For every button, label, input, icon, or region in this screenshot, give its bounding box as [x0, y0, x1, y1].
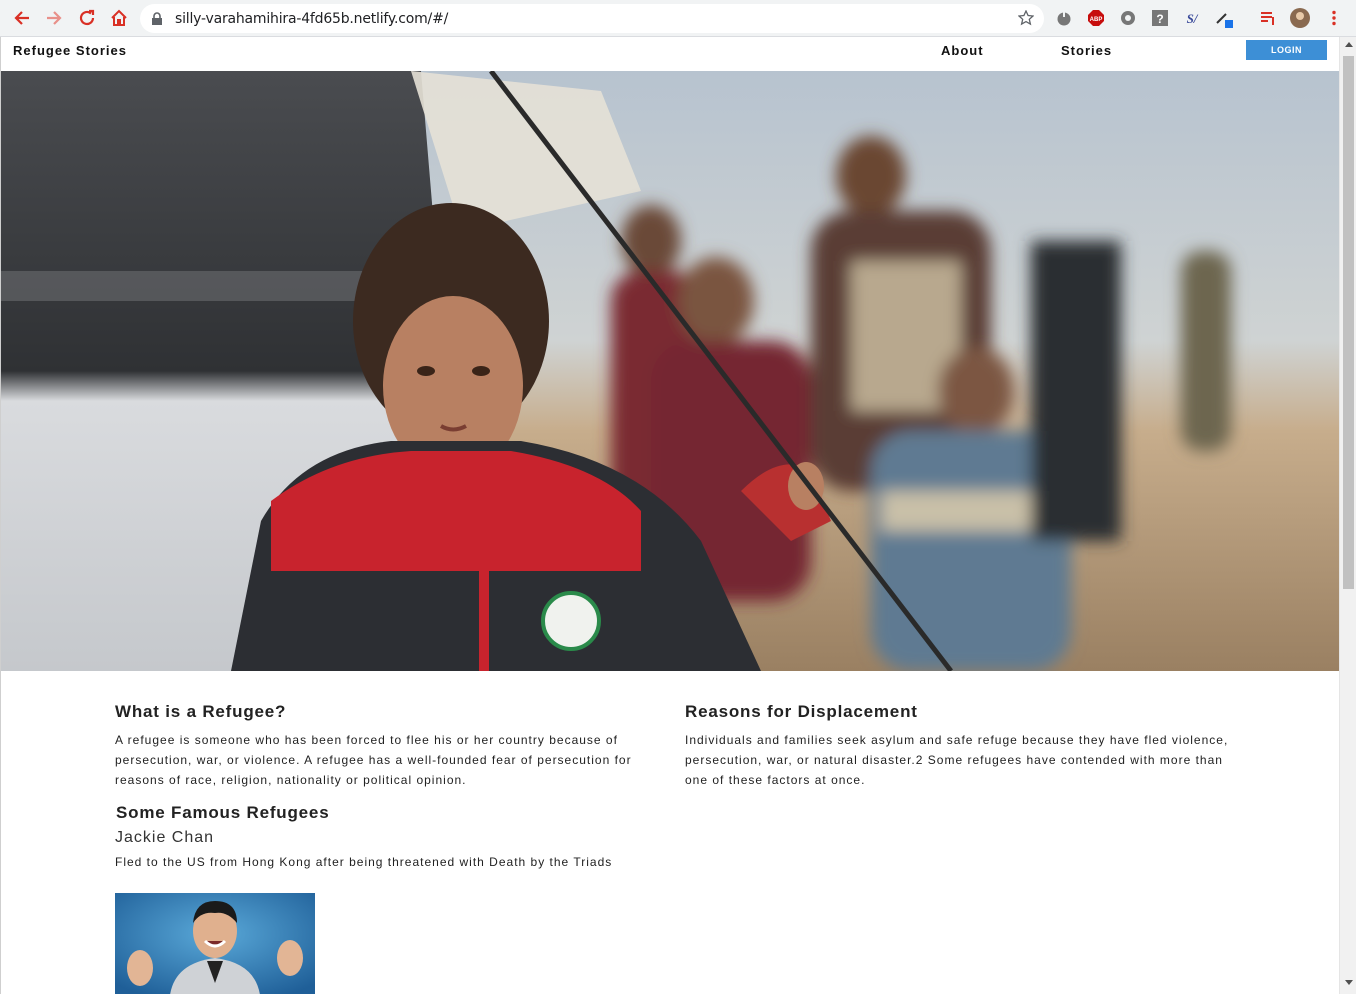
- site-brand[interactable]: Refugee Stories: [13, 43, 127, 58]
- extension-icon[interactable]: S/: [1182, 8, 1202, 28]
- svg-text:ABP: ABP: [1090, 17, 1103, 23]
- profile-avatar-icon[interactable]: [1290, 8, 1310, 28]
- displacement-text: Individuals and families seek asylum and…: [685, 733, 1229, 787]
- login-button[interactable]: LOGIN: [1246, 40, 1327, 60]
- abp-icon[interactable]: ABP: [1086, 8, 1106, 28]
- jackie-chan-photo: [115, 893, 315, 994]
- forward-button[interactable]: [42, 6, 66, 30]
- home-button[interactable]: [107, 6, 131, 30]
- hero-image: [1, 71, 1339, 671]
- color-picker-icon[interactable]: [1214, 8, 1234, 28]
- displacement-section: Reasons for Displacement Individuals and…: [685, 702, 1230, 790]
- svg-text:?: ?: [1156, 12, 1163, 26]
- famous-person-name: Jackie Chan: [115, 829, 215, 846]
- power-extension-icon[interactable]: [1054, 8, 1074, 28]
- nav-about-link[interactable]: About: [941, 43, 984, 58]
- displacement-heading: Reasons for Displacement: [685, 702, 918, 721]
- refugee-text: A refugee is someone who has been forced…: [115, 733, 632, 787]
- back-arrow-icon: [14, 11, 29, 25]
- refugee-definition-section: What is a Refugee? A refugee is someone …: [115, 702, 655, 872]
- forward-arrow-icon: [47, 11, 62, 25]
- privacy-extension-icon[interactable]: [1118, 8, 1138, 28]
- back-button[interactable]: [10, 6, 34, 30]
- page-scrollbar[interactable]: [1339, 37, 1356, 994]
- bookmark-star-icon[interactable]: [1018, 10, 1034, 26]
- svg-text:S/: S/: [1187, 11, 1199, 26]
- scroll-thumb[interactable]: [1343, 56, 1354, 589]
- url-text: silly-varahamihira-4fd65b.netlify.com/#/: [175, 11, 449, 27]
- reload-button[interactable]: [75, 6, 99, 30]
- refugee-heading: What is a Refugee?: [115, 702, 287, 721]
- site-header: Refugee Stories About Stories LOGIN: [1, 37, 1339, 71]
- page-viewport: Refugee Stories About Stories LOGIN What…: [0, 37, 1356, 994]
- scroll-down-arrow-icon[interactable]: [1345, 980, 1353, 985]
- scroll-up-arrow-icon[interactable]: [1345, 42, 1353, 47]
- playlist-icon[interactable]: [1258, 8, 1278, 28]
- home-icon: [111, 9, 127, 26]
- lock-icon: [152, 12, 162, 25]
- help-icon[interactable]: ?: [1150, 8, 1170, 28]
- reload-icon: [79, 9, 95, 26]
- nav-stories-link[interactable]: Stories: [1061, 43, 1112, 58]
- famous-refugees-heading: Some Famous Refugees: [116, 803, 330, 822]
- menu-icon[interactable]: [1324, 8, 1344, 28]
- browser-toolbar: silly-varahamihira-4fd65b.netlify.com/#/…: [0, 0, 1356, 37]
- famous-person-text: Fled to the US from Hong Kong after bein…: [115, 855, 613, 869]
- address-bar[interactable]: silly-varahamihira-4fd65b.netlify.com/#/: [140, 4, 1044, 33]
